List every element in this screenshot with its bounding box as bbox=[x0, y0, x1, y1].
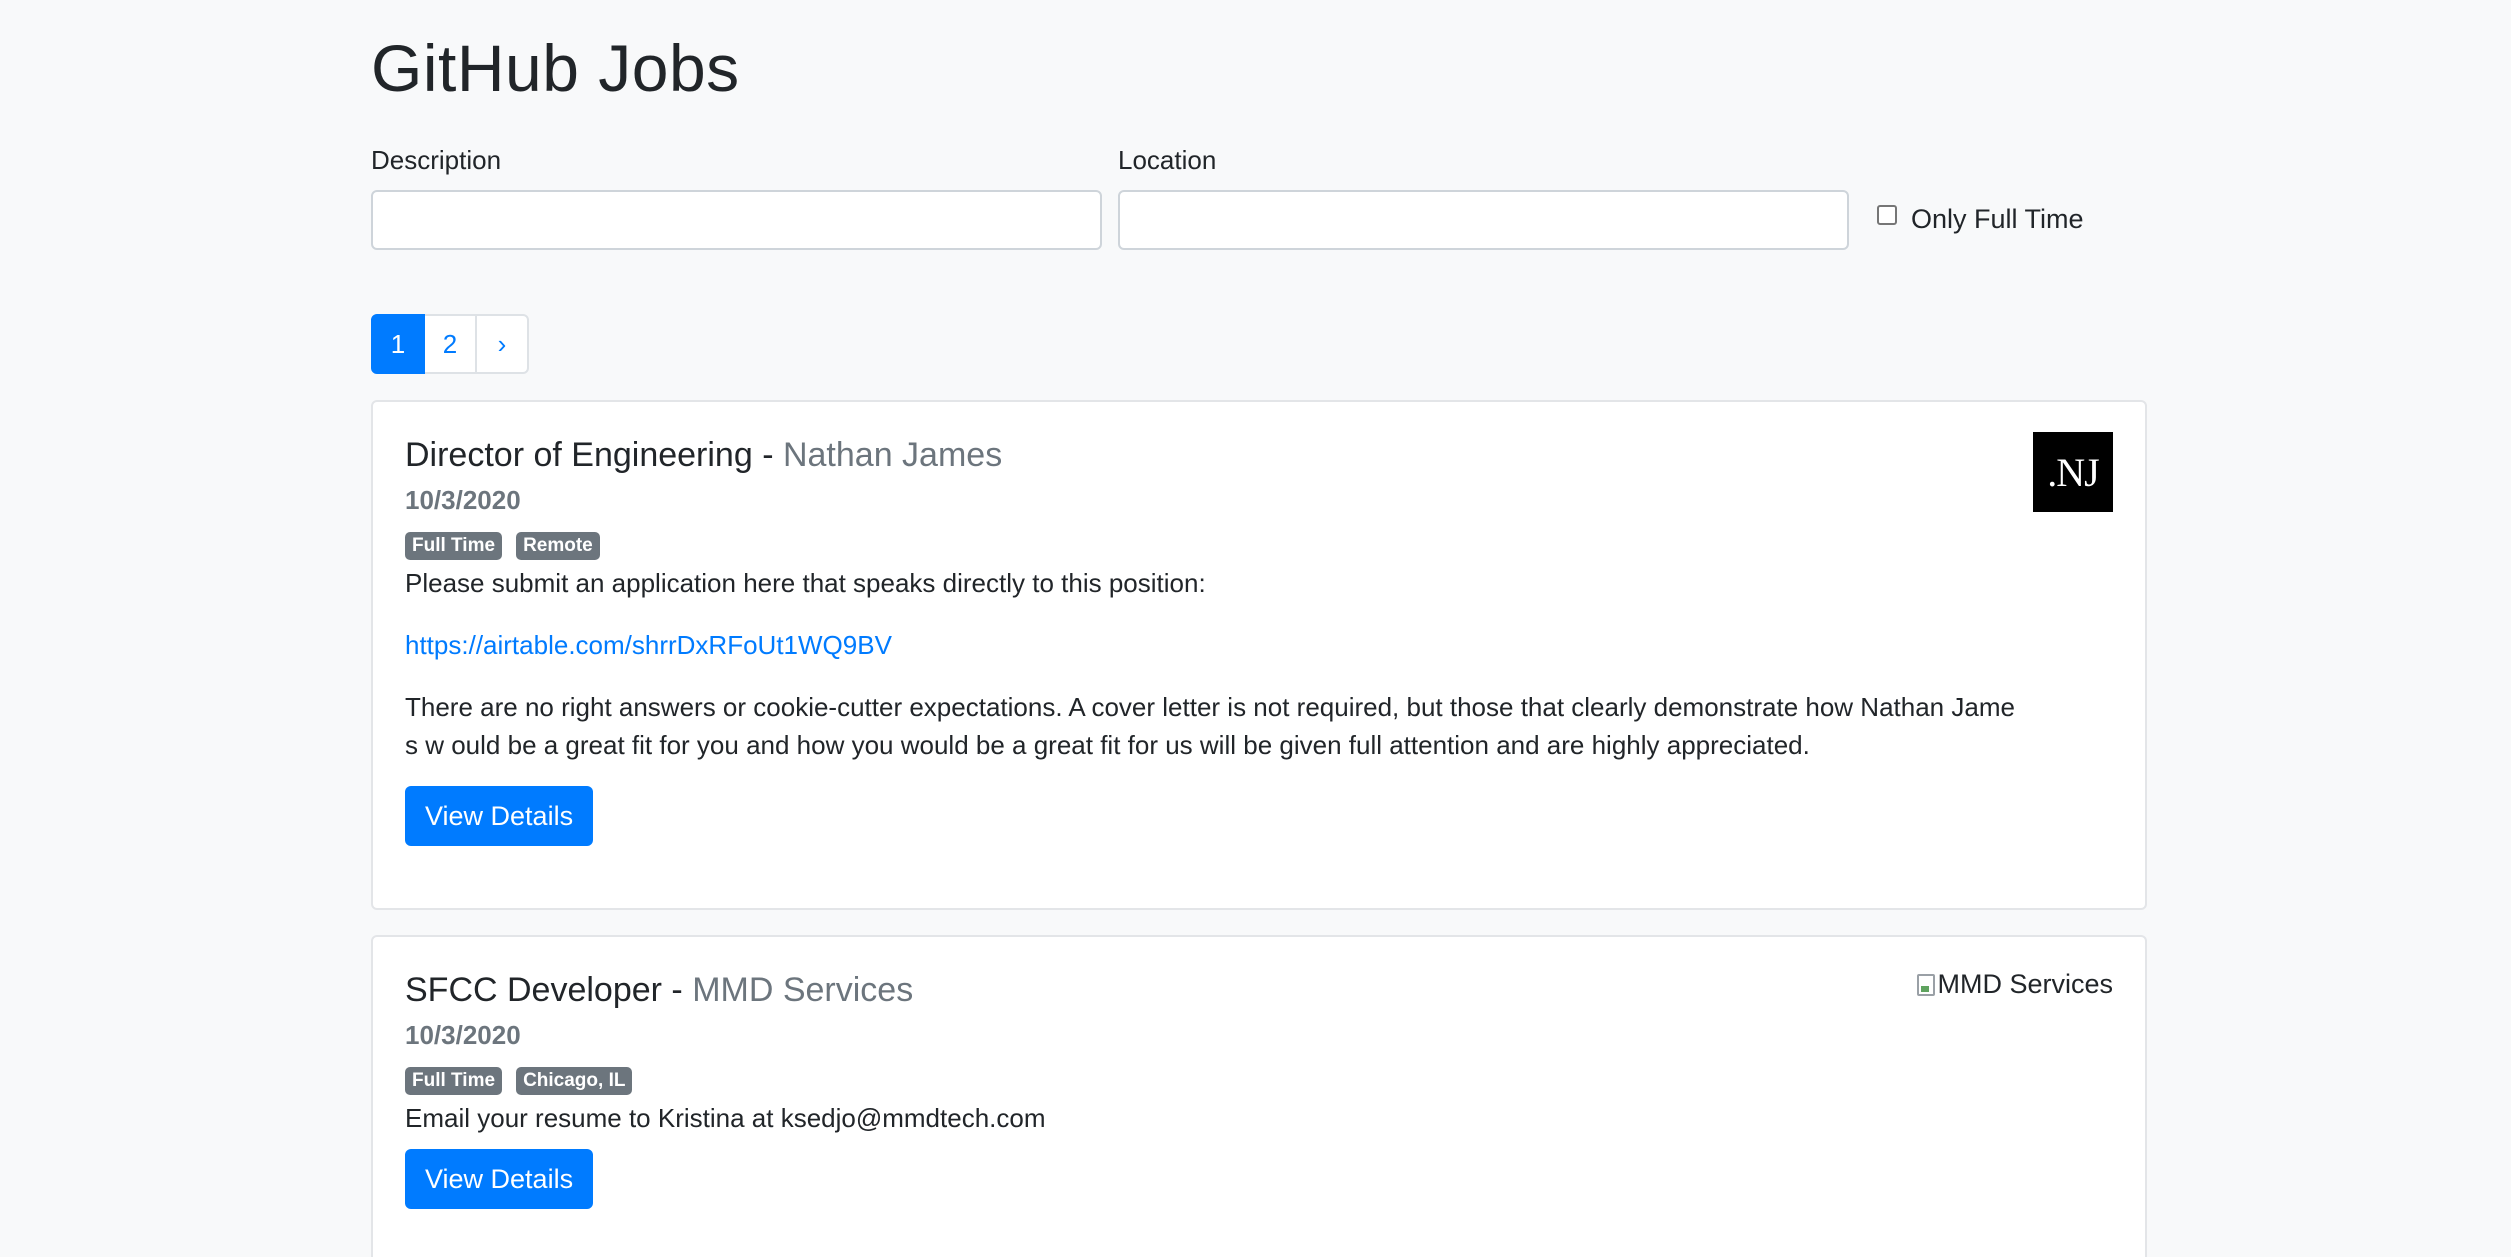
page-2-button[interactable]: 2 bbox=[423, 314, 477, 374]
job-title-text: Director of Engineering bbox=[405, 436, 753, 474]
view-details-button[interactable]: View Details bbox=[405, 786, 594, 846]
title-separator: - bbox=[661, 971, 693, 1009]
location-input[interactable] bbox=[1118, 190, 1849, 250]
view-details-button[interactable]: View Details bbox=[405, 1149, 594, 1209]
job-type-badge: Full Time bbox=[405, 532, 503, 560]
full-time-checkbox[interactable] bbox=[1877, 204, 1897, 225]
job-card: .NJ Director of Engineering - Nathan Jam… bbox=[371, 400, 2147, 910]
title-separator: - bbox=[752, 436, 783, 474]
job-date: 10/3/2020 bbox=[405, 1020, 521, 1050]
pagination: 1 2 › bbox=[371, 314, 529, 374]
job-title-text: SFCC Developer bbox=[405, 971, 662, 1009]
application-link[interactable]: https://airtable.com/shrrDxRFoUt1WQ9BV bbox=[405, 630, 892, 660]
full-time-filter[interactable]: Only Full Time bbox=[1877, 204, 2084, 235]
description-input[interactable] bbox=[371, 190, 1102, 250]
job-badges: Full Time Chicago, IL bbox=[405, 1067, 2113, 1095]
job-type-badge: Full Time bbox=[405, 1067, 503, 1095]
description-paragraph: Email your resume to Kristina at ksedjo@… bbox=[405, 1103, 1046, 1133]
job-description: Please submit an application here that s… bbox=[405, 564, 2113, 764]
page-1-button[interactable]: 1 bbox=[371, 314, 425, 374]
page-title: GitHub Jobs bbox=[371, 31, 740, 105]
location-badge: Remote bbox=[516, 532, 600, 560]
next-page-button[interactable]: › bbox=[475, 314, 529, 374]
company-name: MMD Services bbox=[692, 971, 914, 1009]
company-name: Nathan James bbox=[782, 436, 1003, 474]
description-label: Description bbox=[371, 145, 502, 175]
job-title: SFCC Developer - MMD Services bbox=[405, 967, 2113, 1013]
description-paragraph: There are no right answers or cookie-cut… bbox=[405, 692, 2015, 760]
job-badges: Full Time Remote bbox=[405, 532, 2113, 560]
location-badge: Chicago, IL bbox=[516, 1067, 633, 1095]
job-title: Director of Engineering - Nathan James bbox=[405, 432, 2113, 478]
full-time-label[interactable]: Only Full Time bbox=[1911, 204, 2084, 235]
location-label: Location bbox=[1118, 145, 1217, 175]
job-description: Email your resume to Kristina at ksedjo@… bbox=[405, 1099, 2113, 1137]
description-paragraph: Please submit an application here that s… bbox=[405, 568, 1206, 598]
job-date: 10/3/2020 bbox=[405, 485, 521, 515]
job-card: MMD Services SFCC Developer - MMD Servic… bbox=[371, 935, 2147, 1257]
